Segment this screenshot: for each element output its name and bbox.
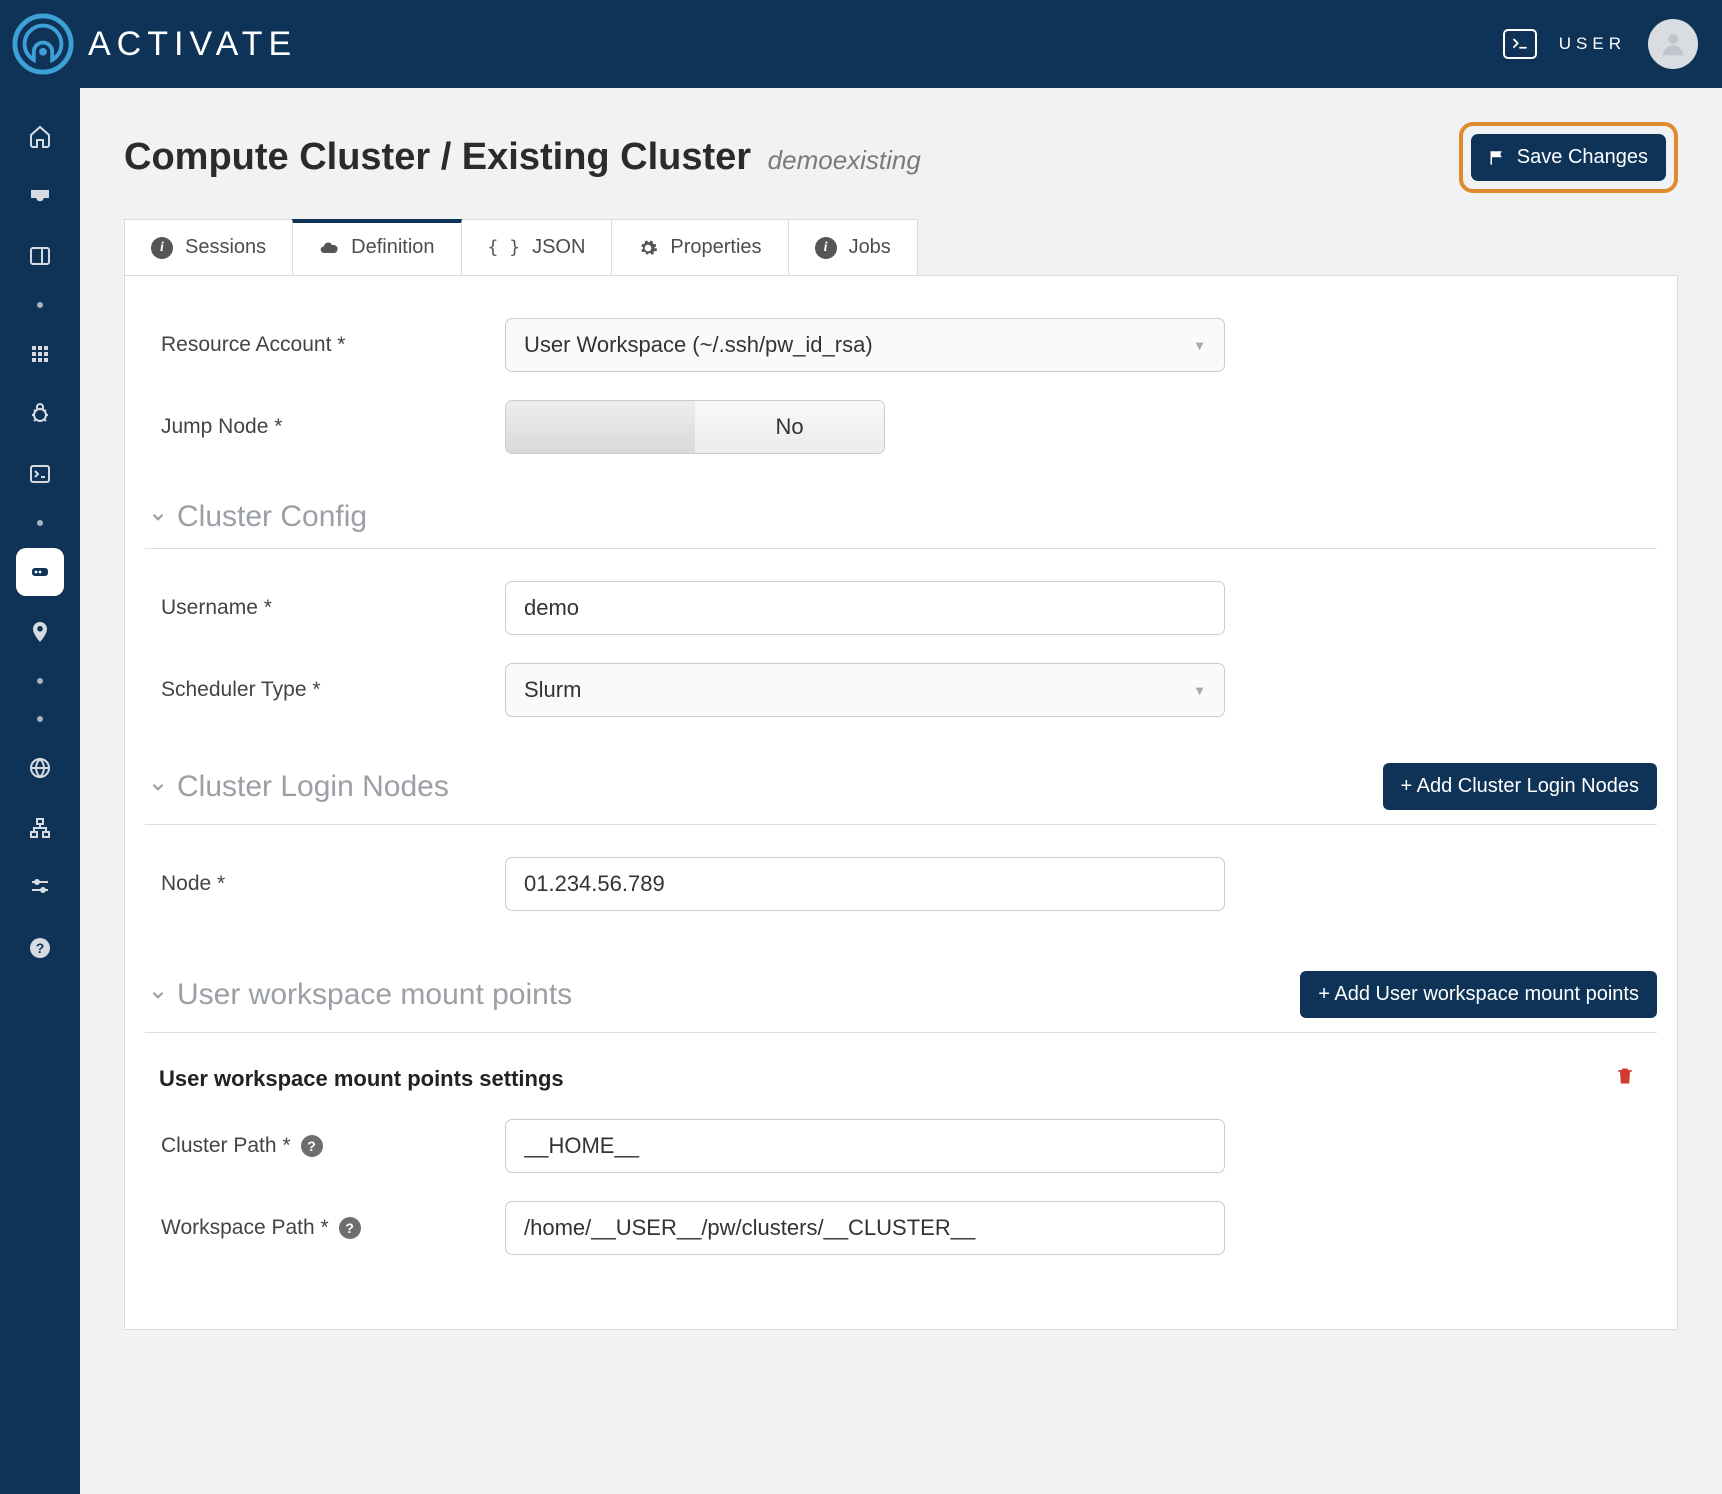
toggle-on-half: No <box>695 401 884 453</box>
mounts-subheading-text: User workspace mount points settings <box>159 1066 564 1092</box>
avatar[interactable] <box>1648 19 1698 69</box>
tab-label: Properties <box>670 236 761 259</box>
tab-label: JSON <box>532 236 585 259</box>
user-label: USER <box>1559 34 1626 54</box>
toggle-off-half <box>506 401 695 453</box>
nav-apps[interactable] <box>16 330 64 378</box>
info-icon: i <box>815 237 837 259</box>
tab-label: Jobs <box>849 236 891 259</box>
nav-settings[interactable] <box>16 864 64 912</box>
save-button-label: Save Changes <box>1517 146 1648 169</box>
chevron-down-icon <box>149 986 167 1004</box>
brand: ACTIVATE <box>12 13 297 75</box>
trash-icon <box>1615 1065 1635 1087</box>
rail-separator-icon <box>37 678 43 684</box>
toggle-jump-node[interactable]: No <box>505 400 885 454</box>
chevron-down-icon: ▼ <box>1193 338 1206 353</box>
row-cluster-path: Cluster Path * ? <box>145 1105 1657 1187</box>
tabs: i Sessions Definition { } JSON Propertie… <box>124 219 1678 276</box>
label-resource-account: Resource Account * <box>145 333 505 357</box>
page-title: Compute Cluster / Existing Cluster demoe… <box>124 136 921 179</box>
input-workspace-path[interactable] <box>505 1201 1225 1255</box>
brand-text: ACTIVATE <box>88 25 297 64</box>
section-title-login-nodes[interactable]: Cluster Login Nodes <box>145 770 449 804</box>
label-scheduler: Scheduler Type * <box>145 678 505 702</box>
page-title-slug: demoexisting <box>768 145 921 175</box>
tab-sessions[interactable]: i Sessions <box>124 219 293 276</box>
input-cluster-path[interactable] <box>505 1119 1225 1173</box>
nav-terminal[interactable] <box>16 450 64 498</box>
row-scheduler: Scheduler Type * Slurm ▼ <box>145 649 1657 731</box>
label-workspace-path: Workspace Path * ? <box>145 1216 505 1240</box>
row-jump-node: Jump Node * No <box>145 386 1657 468</box>
tab-label: Definition <box>351 236 434 259</box>
nav-panel[interactable] <box>16 232 64 280</box>
rail-separator-icon <box>37 520 43 526</box>
select-resource-account[interactable]: User Workspace (~/.ssh/pw_id_rsa) ▼ <box>505 318 1225 372</box>
nav-inbox[interactable] <box>16 172 64 220</box>
main: Compute Cluster / Existing Cluster demoe… <box>80 88 1722 1494</box>
label-jump-node: Jump Node * <box>145 415 505 439</box>
section-title-cluster-config[interactable]: Cluster Config <box>145 500 367 534</box>
label-node: Node * <box>145 872 505 896</box>
nav-globe[interactable] <box>16 744 64 792</box>
nav-bug[interactable] <box>16 390 64 438</box>
topbar: ACTIVATE USER <box>0 0 1722 88</box>
input-username[interactable] <box>505 581 1225 635</box>
tab-properties[interactable]: Properties <box>611 219 788 276</box>
help-icon[interactable]: ? <box>301 1135 323 1157</box>
chevron-down-icon: ▼ <box>1193 683 1206 698</box>
nav-sitemap[interactable] <box>16 804 64 852</box>
tab-jobs[interactable]: i Jobs <box>788 219 918 276</box>
form-panel: Resource Account * User Workspace (~/.ss… <box>124 275 1678 1330</box>
select-value: User Workspace (~/.ssh/pw_id_rsa) <box>524 332 873 358</box>
add-login-nodes-button[interactable]: + Add Cluster Login Nodes <box>1383 763 1658 810</box>
page-header: Compute Cluster / Existing Cluster demoe… <box>124 122 1678 193</box>
section-mounts: User workspace mount points + Add User w… <box>145 965 1657 1033</box>
gear-icon <box>638 238 658 258</box>
row-node: Node * <box>145 843 1657 925</box>
save-highlight: Save Changes <box>1459 122 1678 193</box>
nav-location[interactable] <box>16 608 64 656</box>
section-login-nodes: Cluster Login Nodes + Add Cluster Login … <box>145 757 1657 825</box>
label-cluster-path: Cluster Path * ? <box>145 1134 505 1158</box>
input-node[interactable] <box>505 857 1225 911</box>
tab-json[interactable]: { } JSON <box>461 219 613 276</box>
delete-mount-button[interactable] <box>1615 1065 1635 1093</box>
left-rail: ? <box>0 88 80 1494</box>
row-username: Username * <box>145 567 1657 649</box>
chevron-down-icon <box>149 778 167 796</box>
rail-separator-icon <box>37 716 43 722</box>
topbar-right: USER <box>1503 19 1698 69</box>
nav-home[interactable] <box>16 112 64 160</box>
select-value: Slurm <box>524 677 581 703</box>
flag-icon <box>1489 149 1507 167</box>
tab-label: Sessions <box>185 236 266 259</box>
section-title-text: Cluster Config <box>177 500 367 534</box>
terminal-button[interactable] <box>1503 29 1537 59</box>
rail-separator-icon <box>37 302 43 308</box>
cloud-icon <box>319 238 339 258</box>
chevron-down-icon <box>149 508 167 526</box>
page-title-text: Compute Cluster / Existing Cluster <box>124 136 751 178</box>
nav-help[interactable]: ? <box>16 924 64 972</box>
section-title-mounts[interactable]: User workspace mount points <box>145 978 572 1012</box>
mounts-subheading: User workspace mount points settings <box>145 1051 1657 1105</box>
select-scheduler[interactable]: Slurm ▼ <box>505 663 1225 717</box>
braces-icon: { } <box>488 237 521 258</box>
section-cluster-config: Cluster Config <box>145 494 1657 549</box>
info-icon: i <box>151 237 173 259</box>
save-button[interactable]: Save Changes <box>1471 134 1666 181</box>
section-title-text: User workspace mount points <box>177 978 572 1012</box>
svg-text:?: ? <box>36 940 45 956</box>
help-icon[interactable]: ? <box>339 1217 361 1239</box>
add-mounts-button[interactable]: + Add User workspace mount points <box>1300 971 1657 1018</box>
row-workspace-path: Workspace Path * ? <box>145 1187 1657 1269</box>
tab-definition[interactable]: Definition <box>292 219 461 276</box>
brand-logo-icon <box>12 13 74 75</box>
nav-compute[interactable] <box>16 548 64 596</box>
label-username: Username * <box>145 596 505 620</box>
row-resource-account: Resource Account * User Workspace (~/.ss… <box>145 304 1657 386</box>
section-title-text: Cluster Login Nodes <box>177 770 449 804</box>
